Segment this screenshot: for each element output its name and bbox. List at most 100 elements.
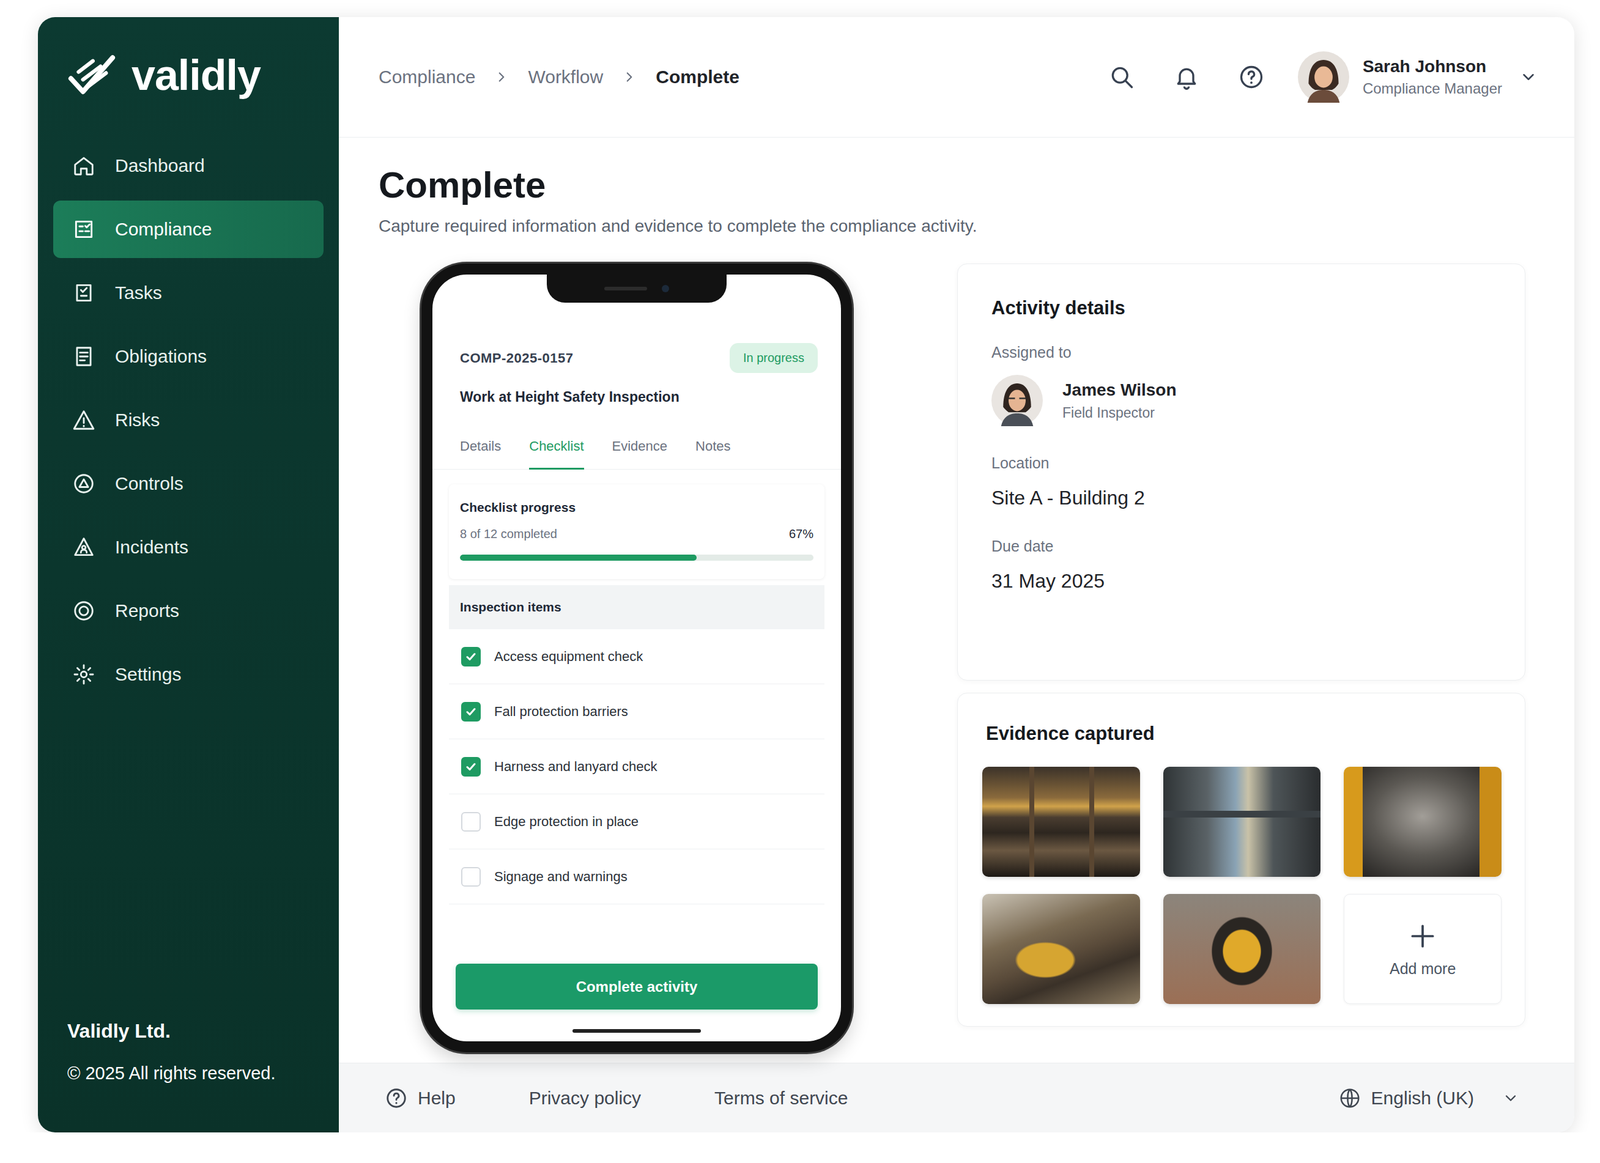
activity-id: COMP-2025-0157 — [459, 350, 574, 367]
field-value: Site A - Building 2 — [991, 486, 1492, 510]
user-menu[interactable]: Sarah JohnsonCompliance Manager — [1297, 51, 1538, 103]
progress-bar — [459, 554, 814, 561]
logo[interactable]: validly — [53, 48, 324, 102]
top-actions: Sarah JohnsonCompliance Manager — [1108, 51, 1538, 103]
footer-link[interactable]: Terms of service — [714, 1088, 848, 1109]
assignee-info: James Wilson Field Inspector — [1062, 380, 1177, 422]
evidence-photo[interactable] — [982, 766, 1141, 878]
sidebar-item[interactable]: Compliance — [53, 200, 324, 259]
complete-activity-button[interactable]: Complete activity — [455, 963, 818, 1010]
add-evidence-label: Add more — [1389, 960, 1456, 978]
inspection-item-label: Access equipment check — [494, 648, 643, 665]
phone-tab[interactable]: Details — [459, 426, 501, 470]
sidebar-item[interactable]: Risks — [53, 391, 324, 449]
sidebar-item[interactable]: Reports — [53, 582, 324, 640]
top-bar: Compliance Workflow Complete Sarah JohnsonC… — [338, 17, 1575, 138]
phone-tab[interactable]: Checklist — [529, 426, 584, 470]
nav-icon — [72, 344, 96, 369]
sidebar-item[interactable]: Obligations — [53, 327, 324, 386]
footer: Help Privacy policy Terms of service Englis… — [338, 1062, 1575, 1133]
inspection-item-label: Fall protection barriers — [494, 703, 629, 720]
sidebar-item[interactable]: Tasks — [53, 264, 324, 322]
nav-icon — [72, 408, 96, 432]
user-avatar-icon — [1297, 51, 1350, 103]
copyright: © 2025 All rights reserved. — [67, 1063, 324, 1084]
assignee-name: James Wilson — [1062, 380, 1177, 400]
app-window: validly Dashboard Compliance Tasks Obligatio… — [37, 17, 1575, 1133]
footer-link[interactable]: Privacy policy — [529, 1088, 641, 1109]
language-label: English (UK) — [1371, 1088, 1475, 1109]
inspection-item[interactable]: Edge protection in place — [448, 794, 825, 850]
assigned-label: Assigned to — [991, 343, 1492, 362]
footer-link-label: Privacy policy — [529, 1088, 641, 1109]
evidence-photo[interactable] — [1163, 894, 1322, 1005]
inspection-item[interactable]: Fall protection barriers — [448, 684, 825, 740]
add-evidence-button[interactable]: Add more — [1343, 894, 1502, 1005]
breadcrumb-item[interactable]: Complete — [655, 66, 740, 88]
footer-link[interactable]: Help — [384, 1086, 456, 1111]
checkbox[interactable] — [461, 867, 481, 887]
logo-text: validly — [131, 50, 261, 100]
chevron-right-icon — [493, 69, 510, 86]
sidebar-item-label: Compliance — [114, 218, 212, 240]
field-value: 31 May 2025 — [991, 570, 1492, 593]
page-title: Complete — [378, 163, 1526, 208]
page-content: Complete Capture required information and… — [338, 137, 1575, 1063]
inspection-item-label: Harness and lanyard check — [494, 759, 658, 775]
detail-field: LocationSite A - Building 2 — [991, 454, 1492, 510]
evidence-photo[interactable] — [1343, 766, 1502, 878]
phone-speaker — [604, 286, 648, 291]
language-select[interactable]: English (UK) — [1338, 1086, 1520, 1111]
inspection-item-label: Edge protection in place — [494, 814, 639, 830]
checkbox[interactable] — [461, 757, 481, 777]
sidebar-item-label: Settings — [114, 664, 182, 686]
phone-footer: Complete activity — [432, 951, 841, 1042]
footer-link-label: Terms of service — [714, 1088, 848, 1109]
inspection-item[interactable]: Harness and lanyard check — [448, 739, 825, 795]
user-role: Compliance Manager — [1362, 80, 1503, 98]
company-name: Validly Ltd. — [67, 1020, 324, 1043]
phone-camera — [661, 285, 670, 293]
checkbox[interactable] — [461, 702, 481, 722]
sidebar-item[interactable]: Settings — [53, 645, 324, 704]
nav-icon — [72, 281, 96, 305]
chevron-right-icon — [621, 69, 638, 86]
nav-icon — [72, 154, 96, 178]
assignee: James Wilson Field Inspector — [991, 374, 1492, 427]
sidebar-footer: Validly Ltd. © 2025 All rights reserved. — [53, 1020, 324, 1084]
sidebar-item-label: Incidents — [114, 537, 189, 558]
card-title: Activity details — [991, 297, 1492, 320]
inspection-item[interactable]: Access equipment check — [448, 629, 825, 685]
evidence-photo[interactable] — [982, 894, 1141, 1005]
breadcrumb-item[interactable]: Compliance — [378, 66, 476, 88]
help-icon[interactable] — [1237, 63, 1265, 91]
progress-reading: 8 of 12 completed — [459, 527, 558, 542]
search-icon[interactable] — [1108, 63, 1136, 91]
phone-screen: COMP-2025-0157In progressWork at Height … — [432, 274, 841, 1042]
workspace: COMP-2025-0157In progressWork at Height … — [378, 263, 1526, 1063]
sidebar-item[interactable]: Dashboard — [53, 137, 324, 195]
sidebar-item[interactable]: Controls — [53, 455, 324, 513]
inspection-item[interactable]: Signage and warnings — [448, 849, 825, 905]
sidebar-item-label: Tasks — [114, 282, 163, 304]
evidence-photo[interactable] — [1163, 766, 1322, 878]
phone-tabs: Details Checklist Evidence Notes — [432, 426, 841, 470]
phone-notch — [546, 274, 727, 303]
status-badge: In progress — [729, 343, 818, 374]
chevron-down-icon — [1519, 67, 1538, 87]
checkbox[interactable] — [461, 812, 481, 832]
phone-tab[interactable]: Notes — [695, 426, 731, 470]
nav-icon — [72, 662, 96, 687]
nav-icon — [72, 535, 96, 560]
sidebar-item[interactable]: Incidents — [53, 518, 324, 577]
nav-icon — [72, 217, 96, 241]
assignee-role: Field Inspector — [1062, 404, 1177, 422]
activity-details-card: Activity details Assigned to James Wilson F… — [957, 263, 1526, 681]
phone-tab[interactable]: Evidence — [612, 426, 668, 470]
main-area: Compliance Workflow Complete Sarah JohnsonC… — [338, 17, 1575, 1133]
bell-icon[interactable] — [1173, 63, 1200, 91]
checkbox[interactable] — [461, 647, 481, 667]
page-subtitle: Capture required information and evidenc… — [378, 215, 1526, 237]
breadcrumb-item[interactable]: Workflow — [527, 66, 604, 88]
nav-icon — [72, 599, 96, 623]
